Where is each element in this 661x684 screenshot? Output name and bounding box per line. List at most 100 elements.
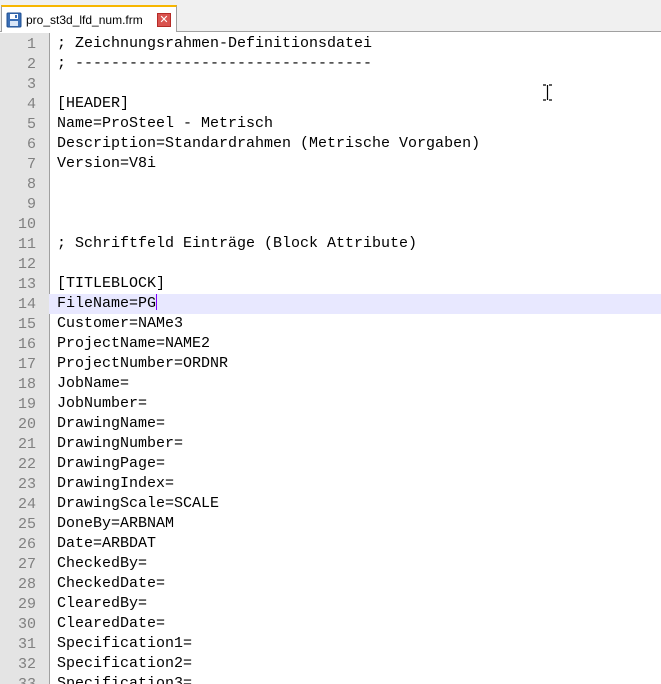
line-text: Specification1= bbox=[57, 635, 193, 652]
code-line[interactable]: 21 DrawingNumber= bbox=[0, 434, 661, 454]
code-line[interactable]: 9 bbox=[0, 194, 661, 214]
line-number: 15 bbox=[17, 315, 36, 333]
code-line[interactable]: 28 CheckedDate= bbox=[0, 574, 661, 594]
save-file-icon bbox=[6, 12, 22, 28]
line-number: 32 bbox=[17, 655, 36, 673]
editor-lines: 1 ; Zeichnungsrahmen-Definitionsdatei 2 ; -… bbox=[0, 34, 661, 684]
line-text: ProjectNumber=ORDNR bbox=[57, 355, 229, 372]
code-line[interactable]: 19 JobNumber= bbox=[0, 394, 661, 414]
text-cursor-icon bbox=[542, 84, 553, 101]
line-text: CheckedBy= bbox=[57, 555, 148, 572]
file-tab[interactable]: pro_st3d_lfd_num.frm ✕ bbox=[1, 5, 177, 32]
code-line[interactable]: 14 FileName=PG bbox=[0, 294, 661, 314]
code-line[interactable]: 11 ; Schriftfeld Einträge (Block Attribut… bbox=[0, 234, 661, 254]
code-line[interactable]: 24 DrawingScale=SCALE bbox=[0, 494, 661, 514]
code-line[interactable]: 2 ; --------------------------------- bbox=[0, 54, 661, 74]
line-text: ; Zeichnungsrahmen-Definitionsdatei bbox=[57, 35, 373, 52]
line-number: 14 bbox=[17, 295, 36, 313]
code-line[interactable]: 12 bbox=[0, 254, 661, 274]
line-number: 17 bbox=[17, 355, 36, 373]
code-line[interactable]: 20 DrawingName= bbox=[0, 414, 661, 434]
code-line[interactable]: 17 ProjectNumber=ORDNR bbox=[0, 354, 661, 374]
line-text: DrawingPage= bbox=[57, 455, 166, 472]
code-line[interactable]: 23 DrawingIndex= bbox=[0, 474, 661, 494]
code-line[interactable]: 1 ; Zeichnungsrahmen-Definitionsdatei bbox=[0, 34, 661, 54]
line-number: 3 bbox=[26, 75, 36, 93]
line-number: 1 bbox=[26, 35, 36, 53]
line-number: 23 bbox=[17, 475, 36, 493]
code-line[interactable]: 29 ClearedBy= bbox=[0, 594, 661, 614]
code-line[interactable]: 10 bbox=[0, 214, 661, 234]
code-line[interactable]: 8 bbox=[0, 174, 661, 194]
line-text: DoneBy=ARBNAM bbox=[57, 515, 175, 532]
line-text: DrawingScale=SCALE bbox=[57, 495, 220, 512]
line-number: 33 bbox=[17, 675, 36, 684]
line-text: ; Schriftfeld Einträge (Block Attribute) bbox=[57, 235, 418, 252]
code-line[interactable]: 7 Version=V8i bbox=[0, 154, 661, 174]
line-text: JobName= bbox=[57, 375, 130, 392]
code-line[interactable]: 33 Specification3= bbox=[0, 674, 661, 684]
line-number: 7 bbox=[26, 155, 36, 173]
code-line[interactable]: 4 [HEADER] bbox=[0, 94, 661, 114]
code-line[interactable]: 16 ProjectName=NAME2 bbox=[0, 334, 661, 354]
line-number: 6 bbox=[26, 135, 36, 153]
line-number: 21 bbox=[17, 435, 36, 453]
text-caret bbox=[156, 294, 158, 311]
code-line[interactable]: 26 Date=ARBDAT bbox=[0, 534, 661, 554]
line-number: 20 bbox=[17, 415, 36, 433]
notepad-editor-window: pro_st3d_lfd_num.frm ✕ 1 ; Zeichnungsrahm… bbox=[0, 0, 661, 684]
code-line[interactable]: 13 [TITLEBLOCK] bbox=[0, 274, 661, 294]
line-text: Customer=NAMe3 bbox=[57, 315, 184, 332]
code-line[interactable]: 3 bbox=[0, 74, 661, 94]
line-number: 10 bbox=[17, 215, 36, 233]
code-line[interactable]: 15 Customer=NAMe3 bbox=[0, 314, 661, 334]
code-line[interactable]: 18 JobName= bbox=[0, 374, 661, 394]
tab-bar: pro_st3d_lfd_num.frm ✕ bbox=[0, 0, 661, 32]
line-text: [HEADER] bbox=[57, 95, 130, 112]
line-text: JobNumber= bbox=[57, 395, 148, 412]
line-number: 16 bbox=[17, 335, 36, 353]
line-text: DrawingNumber= bbox=[57, 435, 184, 452]
line-text: [TITLEBLOCK] bbox=[57, 275, 166, 292]
text-editor[interactable]: 1 ; Zeichnungsrahmen-Definitionsdatei 2 ; -… bbox=[0, 33, 661, 684]
tab-title: pro_st3d_lfd_num.frm bbox=[26, 12, 143, 27]
line-text: ClearedDate= bbox=[57, 615, 166, 632]
line-number: 24 bbox=[17, 495, 36, 513]
line-text: Description=Standardrahmen (Metrische Vo… bbox=[57, 135, 481, 152]
line-number: 12 bbox=[17, 255, 36, 273]
line-number: 2 bbox=[26, 55, 36, 73]
line-number: 9 bbox=[26, 195, 36, 213]
line-number: 5 bbox=[26, 115, 36, 133]
line-number: 25 bbox=[17, 515, 36, 533]
line-text: ClearedBy= bbox=[57, 595, 148, 612]
line-number: 30 bbox=[17, 615, 36, 633]
line-text: ProjectName=NAME2 bbox=[57, 335, 211, 352]
line-text: FileName=PG bbox=[57, 294, 158, 312]
code-line[interactable]: 31 Specification1= bbox=[0, 634, 661, 654]
line-number: 26 bbox=[17, 535, 36, 553]
line-text: DrawingIndex= bbox=[57, 475, 175, 492]
code-line[interactable]: 25 DoneBy=ARBNAM bbox=[0, 514, 661, 534]
close-tab-button[interactable]: ✕ bbox=[157, 12, 171, 27]
code-line[interactable]: 30 ClearedDate= bbox=[0, 614, 661, 634]
line-text: Date=ARBDAT bbox=[57, 535, 157, 552]
line-text: ; --------------------------------- bbox=[57, 55, 373, 72]
line-text: Specification3= bbox=[57, 675, 193, 684]
code-line[interactable]: 27 CheckedBy= bbox=[0, 554, 661, 574]
line-text: DrawingName= bbox=[57, 415, 166, 432]
line-number: 27 bbox=[17, 555, 36, 573]
line-number: 31 bbox=[17, 635, 36, 653]
line-number: 29 bbox=[17, 595, 36, 613]
line-number: 4 bbox=[26, 95, 36, 113]
code-line[interactable]: 5 Name=ProSteel - Metrisch bbox=[0, 114, 661, 134]
line-number: 22 bbox=[17, 455, 36, 473]
code-line[interactable]: 6 Description=Standardrahmen (Metrische V… bbox=[0, 134, 661, 154]
line-number: 13 bbox=[17, 275, 36, 293]
code-line[interactable]: 32 Specification2= bbox=[0, 654, 661, 674]
line-text: Version=V8i bbox=[57, 155, 157, 172]
line-number: 19 bbox=[17, 395, 36, 413]
line-text: Name=ProSteel - Metrisch bbox=[57, 115, 274, 132]
line-text: CheckedDate= bbox=[57, 575, 166, 592]
code-line[interactable]: 22 DrawingPage= bbox=[0, 454, 661, 474]
line-text: Specification2= bbox=[57, 655, 193, 672]
